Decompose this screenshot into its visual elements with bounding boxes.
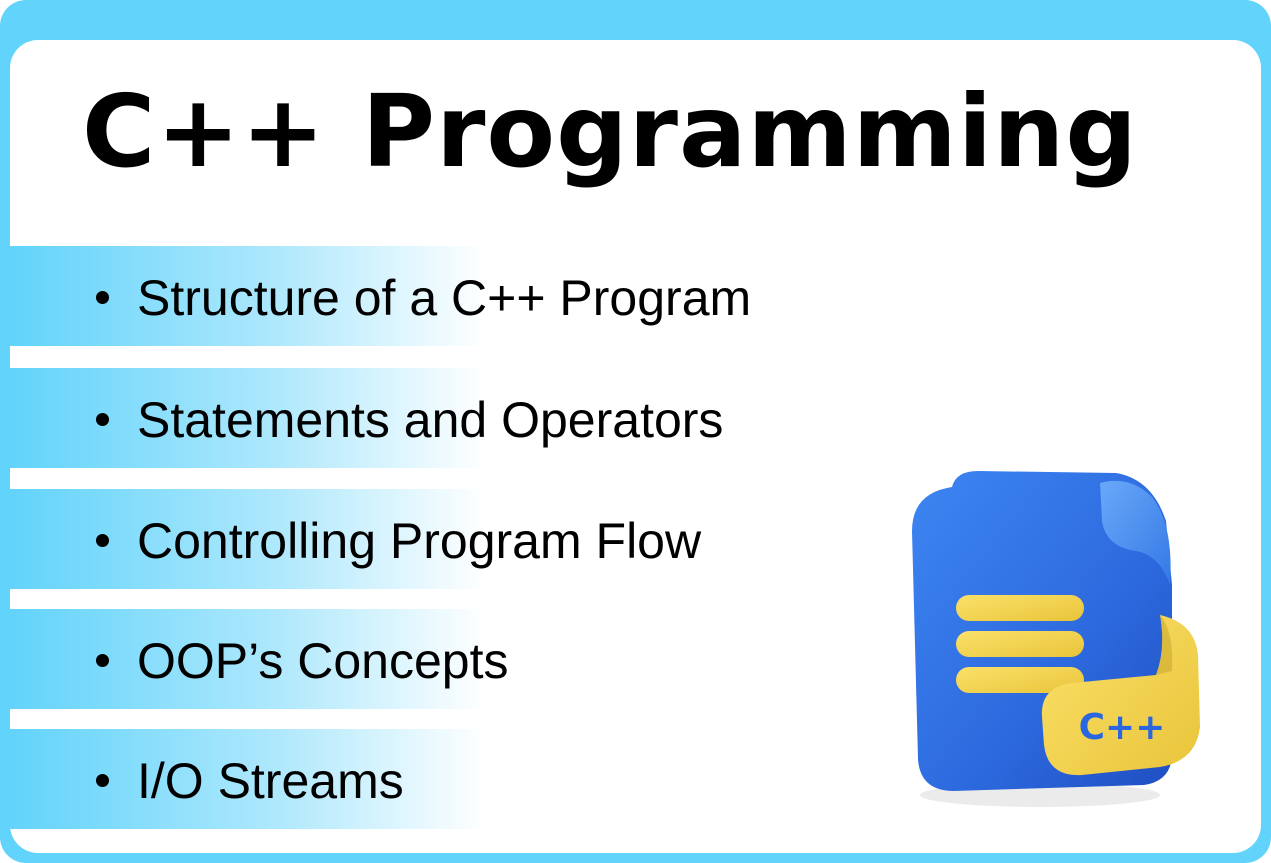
slide-title: C++ Programming xyxy=(82,73,1138,190)
slide-frame: C++ Programming Structure of a C++ Progr… xyxy=(0,0,1271,863)
bullet-icon xyxy=(96,774,109,787)
topic-item: OOP’s Concepts xyxy=(10,609,710,709)
topic-label: Structure of a C++ Program xyxy=(137,270,752,326)
topic-label: Controlling Program Flow xyxy=(137,513,702,569)
topic-item: Statements and Operators xyxy=(10,368,723,468)
topic-label: I/O Streams xyxy=(137,753,404,809)
topic-label: Statements and Operators xyxy=(137,392,724,448)
topic-item: I/O Streams xyxy=(10,729,710,829)
topic-label: OOP’s Concepts xyxy=(137,633,509,689)
bullet-icon xyxy=(96,654,109,667)
bullet-icon xyxy=(96,291,109,304)
topic-item: Structure of a C++ Program xyxy=(10,246,751,346)
bullet-icon xyxy=(96,413,109,426)
cpp-badge-text: C++ xyxy=(1079,707,1166,748)
bullet-icon xyxy=(96,534,109,547)
topic-item: Controlling Program Flow xyxy=(10,489,710,589)
content-card: C++ Programming Structure of a C++ Progr… xyxy=(10,40,1261,853)
cpp-file-icon: C++ xyxy=(890,435,1220,815)
